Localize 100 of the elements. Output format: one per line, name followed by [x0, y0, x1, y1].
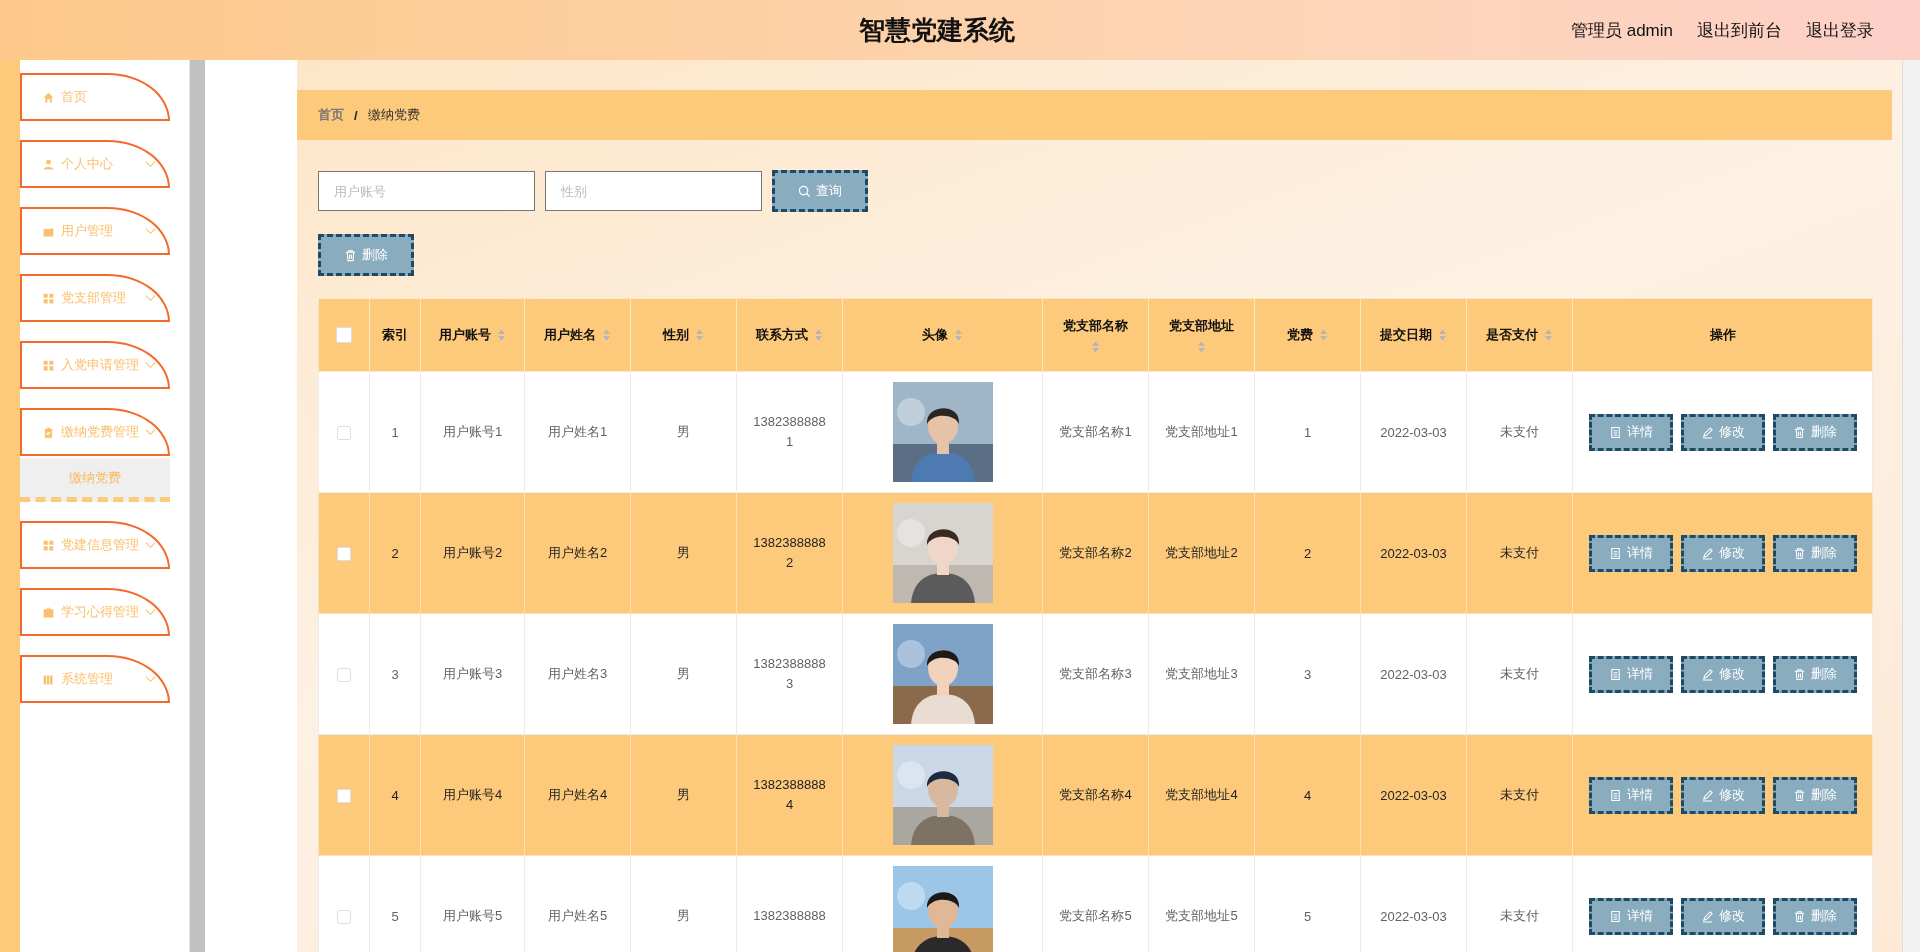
column-header[interactable]: 联系方式: [736, 298, 843, 372]
edit-button[interactable]: 修改: [1680, 534, 1765, 572]
name-cell: 用户姓名5: [547, 907, 608, 925]
phone-cell-text: 13823888883: [752, 655, 827, 693]
search-field[interactable]: 用户账号: [318, 171, 535, 211]
chevron-icon: [145, 428, 156, 436]
edit-button[interactable]: 修改: [1680, 413, 1765, 451]
details-button[interactable]: 详情: [1588, 776, 1673, 814]
row-checkbox[interactable]: [337, 425, 351, 440]
menu-item[interactable]: 用户管理: [20, 207, 170, 255]
document-icon: [1608, 546, 1622, 560]
details-button[interactable]: 详情: [1588, 413, 1673, 451]
date-cell: 2022-03-03: [1380, 666, 1447, 682]
edit-button[interactable]: 修改: [1680, 776, 1765, 814]
search-field[interactable]: 性别: [545, 171, 762, 211]
sort-icon[interactable]: [814, 329, 823, 341]
pen-icon: [1700, 546, 1714, 560]
column-header[interactable]: 用户姓名: [524, 298, 631, 372]
payment-status-cell: 未支付: [1500, 665, 1539, 683]
delete-button[interactable]: 删除: [1772, 534, 1857, 572]
menu-item[interactable]: 个人中心: [20, 140, 170, 188]
edit-button[interactable]: 修改: [1680, 897, 1765, 935]
sort-icon[interactable]: [497, 329, 506, 341]
sort-icon[interactable]: [1544, 329, 1553, 341]
fee-cell: 2: [1303, 545, 1312, 561]
row-checkbox[interactable]: [337, 909, 351, 924]
column-header[interactable]: 提交日期: [1360, 298, 1467, 372]
menu-item[interactable]: 缴纳党费管理: [20, 408, 170, 456]
trash-icon: [1792, 788, 1806, 802]
grid-icon: [42, 358, 55, 372]
menu-item[interactable]: 党建信息管理: [20, 521, 170, 569]
delete-button[interactable]: 删除: [1772, 776, 1857, 814]
sort-icon[interactable]: [602, 329, 611, 341]
menu-item[interactable]: 党支部管理: [20, 274, 170, 322]
fee-cell: 5: [1303, 908, 1312, 924]
scrollbar[interactable]: [189, 60, 205, 952]
user-icon: [42, 157, 55, 171]
fee-cell: 3: [1303, 666, 1312, 682]
index-cell: 2: [391, 545, 399, 561]
branch-address-cell: 党支部地址3: [1165, 665, 1238, 683]
account-cell: 用户账号1: [442, 423, 503, 441]
column-header[interactable]: 是否支付: [1466, 298, 1573, 372]
column-header[interactable]: 党费: [1254, 298, 1361, 372]
header-link[interactable]: 管理员 admin: [1570, 18, 1673, 42]
chevron-icon: [145, 361, 156, 369]
column-header[interactable]: 头像: [842, 298, 1043, 372]
gender-cell: 男: [677, 665, 690, 683]
sort-icon[interactable]: [1438, 329, 1447, 341]
sort-icon[interactable]: [954, 329, 963, 341]
app-title: 智慧党建系统: [859, 13, 1015, 47]
scrollbar[interactable]: [1902, 60, 1920, 952]
chevron-icon: [145, 227, 156, 235]
sort-icon[interactable]: [1197, 341, 1206, 353]
column-header: 操作: [1572, 298, 1873, 372]
column-header[interactable]: 用户账号: [420, 298, 525, 372]
select-all-checkbox[interactable]: [336, 327, 352, 344]
delete-button[interactable]: 删除: [318, 234, 414, 276]
search-button[interactable]: 查询: [772, 170, 868, 212]
menu-item[interactable]: 首页: [20, 73, 170, 121]
details-button[interactable]: 详情: [1588, 655, 1673, 693]
fee-cell: 1: [1303, 424, 1312, 440]
menu-item[interactable]: 入党申请管理: [20, 341, 170, 389]
row-checkbox[interactable]: [337, 546, 351, 561]
column-header[interactable]: 党支部地址: [1148, 298, 1255, 372]
menu-item[interactable]: 系统管理: [20, 655, 170, 703]
delete-button[interactable]: 删除: [1772, 413, 1857, 451]
branch-name-cell: 党支部名称5: [1059, 907, 1132, 925]
details-button[interactable]: 详情: [1588, 534, 1673, 572]
name-cell: 用户姓名4: [547, 786, 608, 804]
breadcrumb-link[interactable]: 首页: [318, 106, 344, 124]
trash-icon: [1792, 909, 1806, 923]
submenu-item[interactable]: 缴纳党费: [20, 458, 170, 502]
payment-status-cell: 未支付: [1500, 786, 1539, 804]
sort-icon[interactable]: [695, 329, 704, 341]
breadcrumb-link[interactable]: 缴纳党费: [367, 106, 420, 124]
column-header[interactable]: 党支部名称: [1042, 298, 1149, 372]
header-link[interactable]: 退出到前台: [1697, 18, 1782, 42]
row-checkbox[interactable]: [337, 788, 351, 803]
trash-icon: [1792, 546, 1806, 560]
branch-name-cell: 党支部名称4: [1059, 786, 1132, 804]
delete-button[interactable]: 删除: [1772, 655, 1857, 693]
book-icon: [42, 672, 55, 686]
row-checkbox[interactable]: [337, 667, 351, 682]
menu-item[interactable]: 学习心得管理: [20, 588, 170, 636]
sort-icon[interactable]: [1091, 341, 1100, 353]
delete-button[interactable]: 删除: [1772, 897, 1857, 935]
pen-icon: [1700, 425, 1714, 439]
details-button[interactable]: 详情: [1588, 897, 1673, 935]
gender-cell: 男: [677, 544, 690, 562]
header-link[interactable]: 退出登录: [1806, 18, 1874, 42]
gender-cell: 男: [677, 423, 690, 441]
chevron-icon: [145, 160, 156, 168]
column-header[interactable]: 性别: [630, 298, 737, 372]
phone-cell-text: 1382388888: [753, 907, 826, 925]
edit-button[interactable]: 修改: [1680, 655, 1765, 693]
sort-icon[interactable]: [1319, 329, 1328, 341]
payment-status-cell: 未支付: [1500, 907, 1539, 925]
grid-icon: [42, 538, 55, 552]
index-cell: 5: [391, 908, 399, 924]
chevron-icon: [145, 675, 156, 683]
